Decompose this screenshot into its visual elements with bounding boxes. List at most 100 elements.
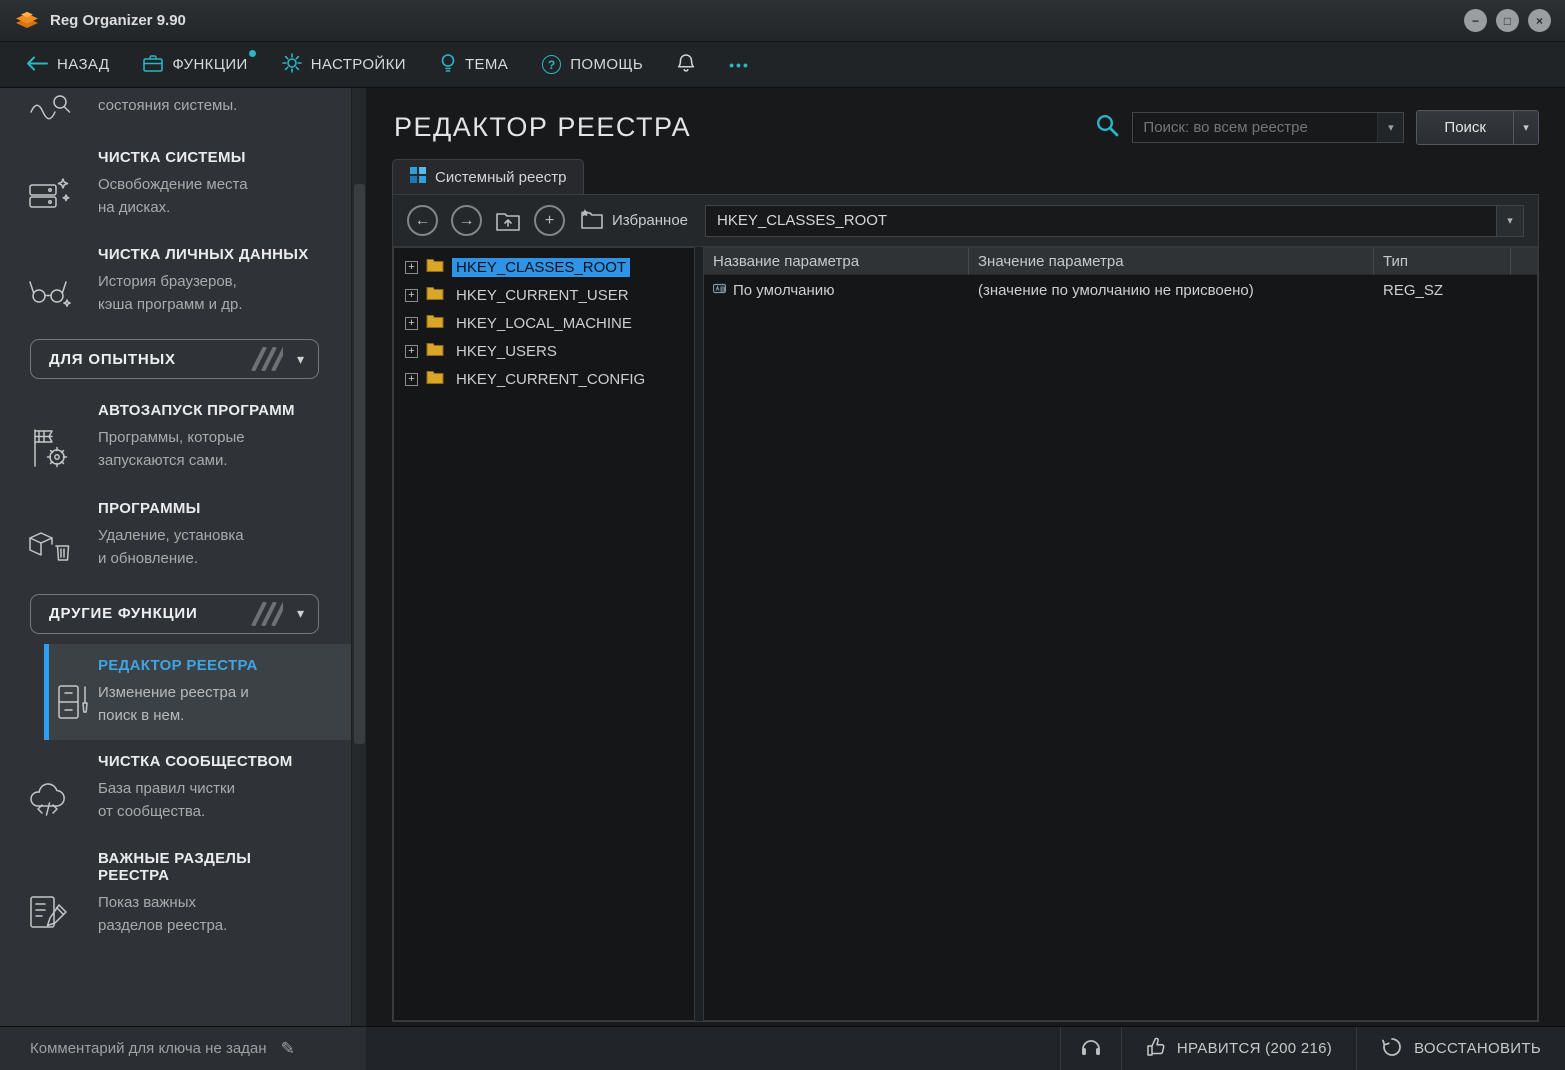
search-scope-combobox: ▾ <box>1132 112 1404 143</box>
edit-comment-pencil-icon[interactable]: ✎ <box>281 1039 295 1059</box>
notifications-bell-button[interactable] <box>677 53 695 77</box>
support-button[interactable] <box>1060 1027 1121 1070</box>
stripes-decoration <box>249 347 283 371</box>
tab-label: Системный реестр <box>435 169 566 186</box>
disk-cleanup-icon <box>26 173 72 215</box>
sidebar-item-description: состояния системы. <box>98 94 325 128</box>
favorites-button[interactable]: Избранное <box>578 208 688 234</box>
stripes-decoration <box>249 602 283 626</box>
sidebar-section-other-functions[interactable]: ДРУГИЕ ФУНКЦИИ ▾ <box>30 594 319 634</box>
nav-back-button[interactable]: НАЗАД <box>26 56 109 74</box>
table-header-row: Название параметра Значение параметра Ти… <box>704 248 1537 275</box>
tree-item-hkey-current-user[interactable]: + HKEY_CURRENT_USER <box>394 281 694 309</box>
folder-icon <box>426 286 444 304</box>
search-scope-dropdown-arrow[interactable]: ▾ <box>1377 113 1403 142</box>
sidebar-item-description: Изменение реестра и поиск в нем. <box>98 681 327 728</box>
folder-icon <box>426 342 444 360</box>
expand-icon[interactable]: + <box>405 261 418 274</box>
section-label: ДРУГИЕ ФУНКЦИИ <box>49 605 198 622</box>
tree-item-hkey-users[interactable]: + HKEY_USERS <box>394 337 694 365</box>
history-forward-button[interactable]: → <box>451 205 482 236</box>
favorites-folder-star-icon <box>578 208 604 234</box>
sidebar-item-title: ЧИСТКА СООБЩЕСТВОМ <box>98 753 325 770</box>
title-bar: Reg Organizer 9.90 − □ × <box>0 0 1565 42</box>
headphones-icon <box>1079 1035 1103 1063</box>
tree-item-hkey-local-machine[interactable]: + HKEY_LOCAL_MACHINE <box>394 309 694 337</box>
tree-item-hkey-current-config[interactable]: + HKEY_CURRENT_CONFIG <box>394 365 694 393</box>
maximize-button[interactable]: □ <box>1496 9 1519 32</box>
search-button-dropdown-arrow[interactable]: ▾ <box>1513 111 1538 144</box>
history-back-button[interactable]: ← <box>407 205 438 236</box>
tree-item-label[interactable]: HKEY_LOCAL_MACHINE <box>452 314 636 333</box>
search-input[interactable] <box>1133 119 1377 136</box>
folder-icon <box>426 258 444 276</box>
tree-item-label[interactable]: HKEY_CLASSES_ROOT <box>452 258 630 277</box>
folder-icon <box>426 370 444 388</box>
tree-item-label[interactable]: HKEY_CURRENT_CONFIG <box>452 370 649 389</box>
address-input[interactable] <box>706 212 1496 229</box>
search-button-label[interactable]: Поиск <box>1417 111 1513 144</box>
app-logo-icon <box>14 9 40 33</box>
sidebar-item-autostart[interactable]: АВТОЗАПУСК ПРОГРАММ Программы, которые з… <box>0 389 351 487</box>
sidebar-item-programs[interactable]: ПРОГРАММЫ Удаление, установка и обновлен… <box>0 487 351 584</box>
sidebar-section-advanced[interactable]: ДЛЯ ОПЫТНЫХ ▾ <box>30 339 319 379</box>
system-status-icon <box>27 94 71 124</box>
sidebar-item-registry-editor[interactable]: РЕДАКТОР РЕЕСТРА Изменение реестра и пои… <box>44 644 351 741</box>
briefcase-icon <box>143 54 163 75</box>
back-arrow-icon <box>26 56 48 74</box>
private-data-icon <box>26 270 72 312</box>
sidebar-item-title: АВТОЗАПУСК ПРОГРАММ <box>98 402 325 419</box>
add-key-button[interactable]: + <box>534 205 565 236</box>
nav-functions-button[interactable]: ФУНКЦИИ <box>143 54 247 75</box>
registry-tree: + HKEY_CLASSES_ROOT + HKEY_CURRENT_USER … <box>393 247 695 1021</box>
bell-icon <box>677 53 695 77</box>
tree-item-label[interactable]: HKEY_CURRENT_USER <box>452 286 633 305</box>
sidebar-scrollbar[interactable] <box>351 88 366 1026</box>
sidebar-scrollbar-thumb[interactable] <box>354 184 365 744</box>
nav-theme-button[interactable]: ТЕМА <box>440 53 508 76</box>
sidebar-item-important-registry-keys[interactable]: ВАЖНЫЕ РАЗДЕЛЫ РЕЕСТРА Показ важных разд… <box>0 837 351 951</box>
tree-item-label[interactable]: HKEY_USERS <box>452 342 561 361</box>
column-header-type[interactable]: Тип <box>1374 248 1511 275</box>
key-comment-text: Комментарий для ключа не задан <box>30 1040 267 1057</box>
nav-help-label: ПОМОЩЬ <box>570 56 643 73</box>
expand-icon[interactable]: + <box>405 373 418 386</box>
important-keys-icon <box>26 891 72 933</box>
sidebar-item-community-cleanup[interactable]: ЧИСТКА СООБЩЕСТВОМ База правил чистки от… <box>0 740 351 837</box>
folder-up-icon[interactable] <box>495 210 521 232</box>
string-value-icon <box>713 282 726 299</box>
registry-toolbar: ← → + Избранное ▾ <box>393 195 1538 247</box>
expand-icon[interactable]: + <box>405 345 418 358</box>
sidebar-item-description: Программы, которые запускаются сами. <box>98 426 325 474</box>
sidebar-item-description: История браузеров, кэша программ и др. <box>98 270 325 317</box>
nav-settings-button[interactable]: НАСТРОЙКИ <box>282 53 406 76</box>
nav-back-label: НАЗАД <box>57 56 109 73</box>
nav-more-button[interactable]: ••• <box>729 57 750 73</box>
sidebar: состояния системы. ЧИСТКА СИСТЕМЫ Освобо… <box>0 88 366 1026</box>
values-table: Название параметра Значение параметра Ти… <box>703 247 1538 1021</box>
tree-item-hkey-classes-root[interactable]: + HKEY_CLASSES_ROOT <box>394 253 694 281</box>
notification-dot <box>249 50 256 57</box>
column-header-value[interactable]: Значение параметра <box>969 248 1374 275</box>
sidebar-item-description: Удаление, установка и обновление. <box>98 524 325 571</box>
sidebar-item-private-data-cleanup[interactable]: ЧИСТКА ЛИЧНЫХ ДАННЫХ История браузеров, … <box>0 233 351 330</box>
expand-icon[interactable]: + <box>405 289 418 302</box>
programs-icon <box>26 524 72 566</box>
registry-tab-icon <box>410 167 426 187</box>
registry-editor-icon <box>53 681 95 723</box>
table-row[interactable]: По умолчанию (значение по умолчанию не п… <box>704 275 1537 306</box>
sidebar-item-system-status[interactable]: состояния системы. <box>0 92 351 136</box>
sidebar-item-title: ВАЖНЫЕ РАЗДЕЛЫ РЕЕСТРА <box>98 850 325 884</box>
tab-system-registry[interactable]: Системный реестр <box>392 159 584 194</box>
close-button[interactable]: × <box>1528 9 1551 32</box>
sidebar-item-system-cleanup[interactable]: ЧИСТКА СИСТЕМЫ Освобождение места на дис… <box>0 136 351 233</box>
restore-button[interactable]: ВОССТАНОВИТЬ <box>1356 1027 1565 1070</box>
nav-help-button[interactable]: ? ПОМОЩЬ <box>542 55 643 74</box>
window-controls: − □ × <box>1464 9 1551 32</box>
address-dropdown-arrow[interactable]: ▾ <box>1496 206 1523 236</box>
like-button[interactable]: НРАВИТСЯ (200 216) <box>1121 1027 1356 1070</box>
expand-icon[interactable]: + <box>405 317 418 330</box>
minimize-button[interactable]: − <box>1464 9 1487 32</box>
main-content: РЕДАКТОР РЕЕСТРА ▾ Поиск ▾ <box>366 88 1565 1026</box>
column-header-name[interactable]: Название параметра <box>704 248 969 275</box>
